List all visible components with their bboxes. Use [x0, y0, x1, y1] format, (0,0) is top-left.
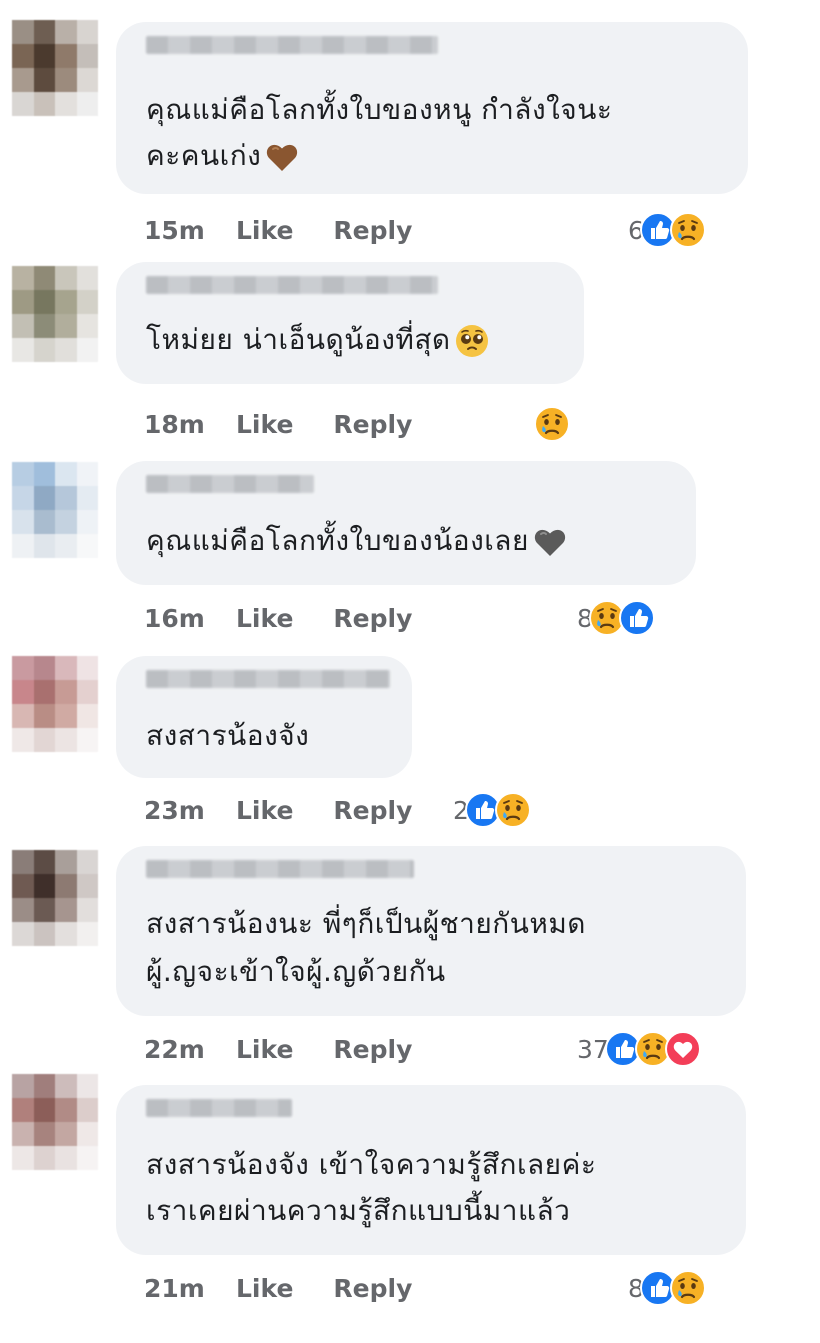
comment-bubble: สงสารน้องจัง เข้าใจความรู้สึกเลยค่ะเราเค…	[116, 1085, 746, 1255]
commenter-name-blurred[interactable]	[146, 860, 414, 878]
comment-actions: 21m Like Reply	[144, 1268, 452, 1308]
comment-actions: 23m Like Reply	[144, 790, 452, 830]
comment-bubble: สงสารน้องจัง	[116, 656, 412, 778]
reply-button[interactable]: Reply	[333, 1035, 412, 1064]
comment-bubble: สงสารน้องนะ พี่ๆก็เป็นผู้ชายกันหมดผู้.ญจ…	[116, 846, 746, 1016]
pleading-face-icon	[455, 324, 489, 358]
comment-text-line: คุณแม่คือโลกทั้งใบของน้องเลย	[146, 519, 567, 563]
avatar[interactable]	[12, 462, 98, 558]
love-icon	[664, 1031, 701, 1067]
like-button[interactable]: Like	[236, 604, 293, 633]
like-button[interactable]: Like	[236, 216, 293, 245]
comment-timestamp[interactable]: 16m	[144, 604, 236, 633]
like-button[interactable]: Like	[236, 796, 293, 825]
sad-icon	[669, 1270, 706, 1306]
comment-text-line: ผู้.ญจะเข้าใจผู้.ญด้วยกัน	[146, 955, 446, 988]
comment-bubble: คุณแม่คือโลกทั้งใบของหนู กำลังใจนะคะคนเก…	[116, 22, 748, 194]
commenter-name-blurred[interactable]	[146, 36, 438, 54]
like-button[interactable]: Like	[236, 1035, 293, 1064]
avatar[interactable]	[12, 656, 98, 752]
like-icon	[618, 600, 655, 636]
comment-text-line: เราเคยผ่านความรู้สึกแบบนี้มาแล้ว	[146, 1194, 571, 1227]
commenter-name-blurred[interactable]	[146, 1099, 292, 1117]
like-button[interactable]: Like	[236, 410, 293, 439]
commenter-name-blurred[interactable]	[146, 475, 314, 493]
avatar[interactable]	[12, 1074, 98, 1170]
comment-bubble: โหม่ยย น่าเอ็นดูน้องที่สุด	[116, 262, 584, 384]
comment-text-line: คุณแม่คือโลกทั้งใบของหนู กำลังใจนะ	[146, 93, 613, 126]
comment-timestamp[interactable]: 22m	[144, 1035, 236, 1064]
like-button[interactable]: Like	[236, 1274, 293, 1303]
reaction-summary[interactable]	[534, 404, 570, 444]
sad-icon	[494, 792, 531, 828]
grey-heart-icon	[533, 525, 567, 559]
comment-actions: 22m Like Reply	[144, 1029, 452, 1069]
commenter-name-blurred[interactable]	[146, 670, 390, 688]
sad-icon	[669, 212, 706, 248]
comment-timestamp[interactable]: 15m	[144, 216, 236, 245]
comment-text-line: สงสารน้องจัง เข้าใจความรู้สึกเลยค่ะ	[146, 1148, 597, 1181]
reaction-summary[interactable]: 2	[453, 790, 531, 830]
avatar[interactable]	[12, 20, 98, 116]
reply-button[interactable]: Reply	[333, 796, 412, 825]
comment-timestamp[interactable]: 18m	[144, 410, 236, 439]
commenter-name-blurred[interactable]	[146, 276, 438, 294]
comment-actions: 16m Like Reply	[144, 598, 452, 638]
comment-actions: 18m Like Reply	[144, 404, 452, 444]
reaction-summary[interactable]: 8	[628, 1268, 706, 1308]
comment-bubble: คุณแม่คือโลกทั้งใบของน้องเลย	[116, 461, 696, 585]
avatar[interactable]	[12, 850, 98, 946]
comment-text-line: สงสารน้องจัง	[146, 719, 310, 752]
brown-heart-icon	[265, 140, 299, 174]
avatar[interactable]	[12, 266, 98, 362]
comment-text-line: โหม่ยย น่าเอ็นดูน้องที่สุด	[146, 318, 489, 362]
reaction-summary[interactable]: 37	[577, 1029, 701, 1069]
comment-timestamp[interactable]: 23m	[144, 796, 236, 825]
reaction-summary[interactable]: 8	[577, 598, 655, 638]
reply-button[interactable]: Reply	[333, 410, 412, 439]
comment-text-line: คะคนเก่ง	[146, 134, 299, 178]
reply-button[interactable]: Reply	[333, 604, 412, 633]
reply-button[interactable]: Reply	[333, 1274, 412, 1303]
comment-text-line: สงสารน้องนะ พี่ๆก็เป็นผู้ชายกันหมด	[146, 907, 586, 940]
comment-actions: 15m Like Reply	[144, 210, 452, 250]
comment-timestamp[interactable]: 21m	[144, 1274, 236, 1303]
reaction-summary[interactable]: 6	[628, 210, 706, 250]
reply-button[interactable]: Reply	[333, 216, 412, 245]
sad-icon	[534, 406, 570, 442]
